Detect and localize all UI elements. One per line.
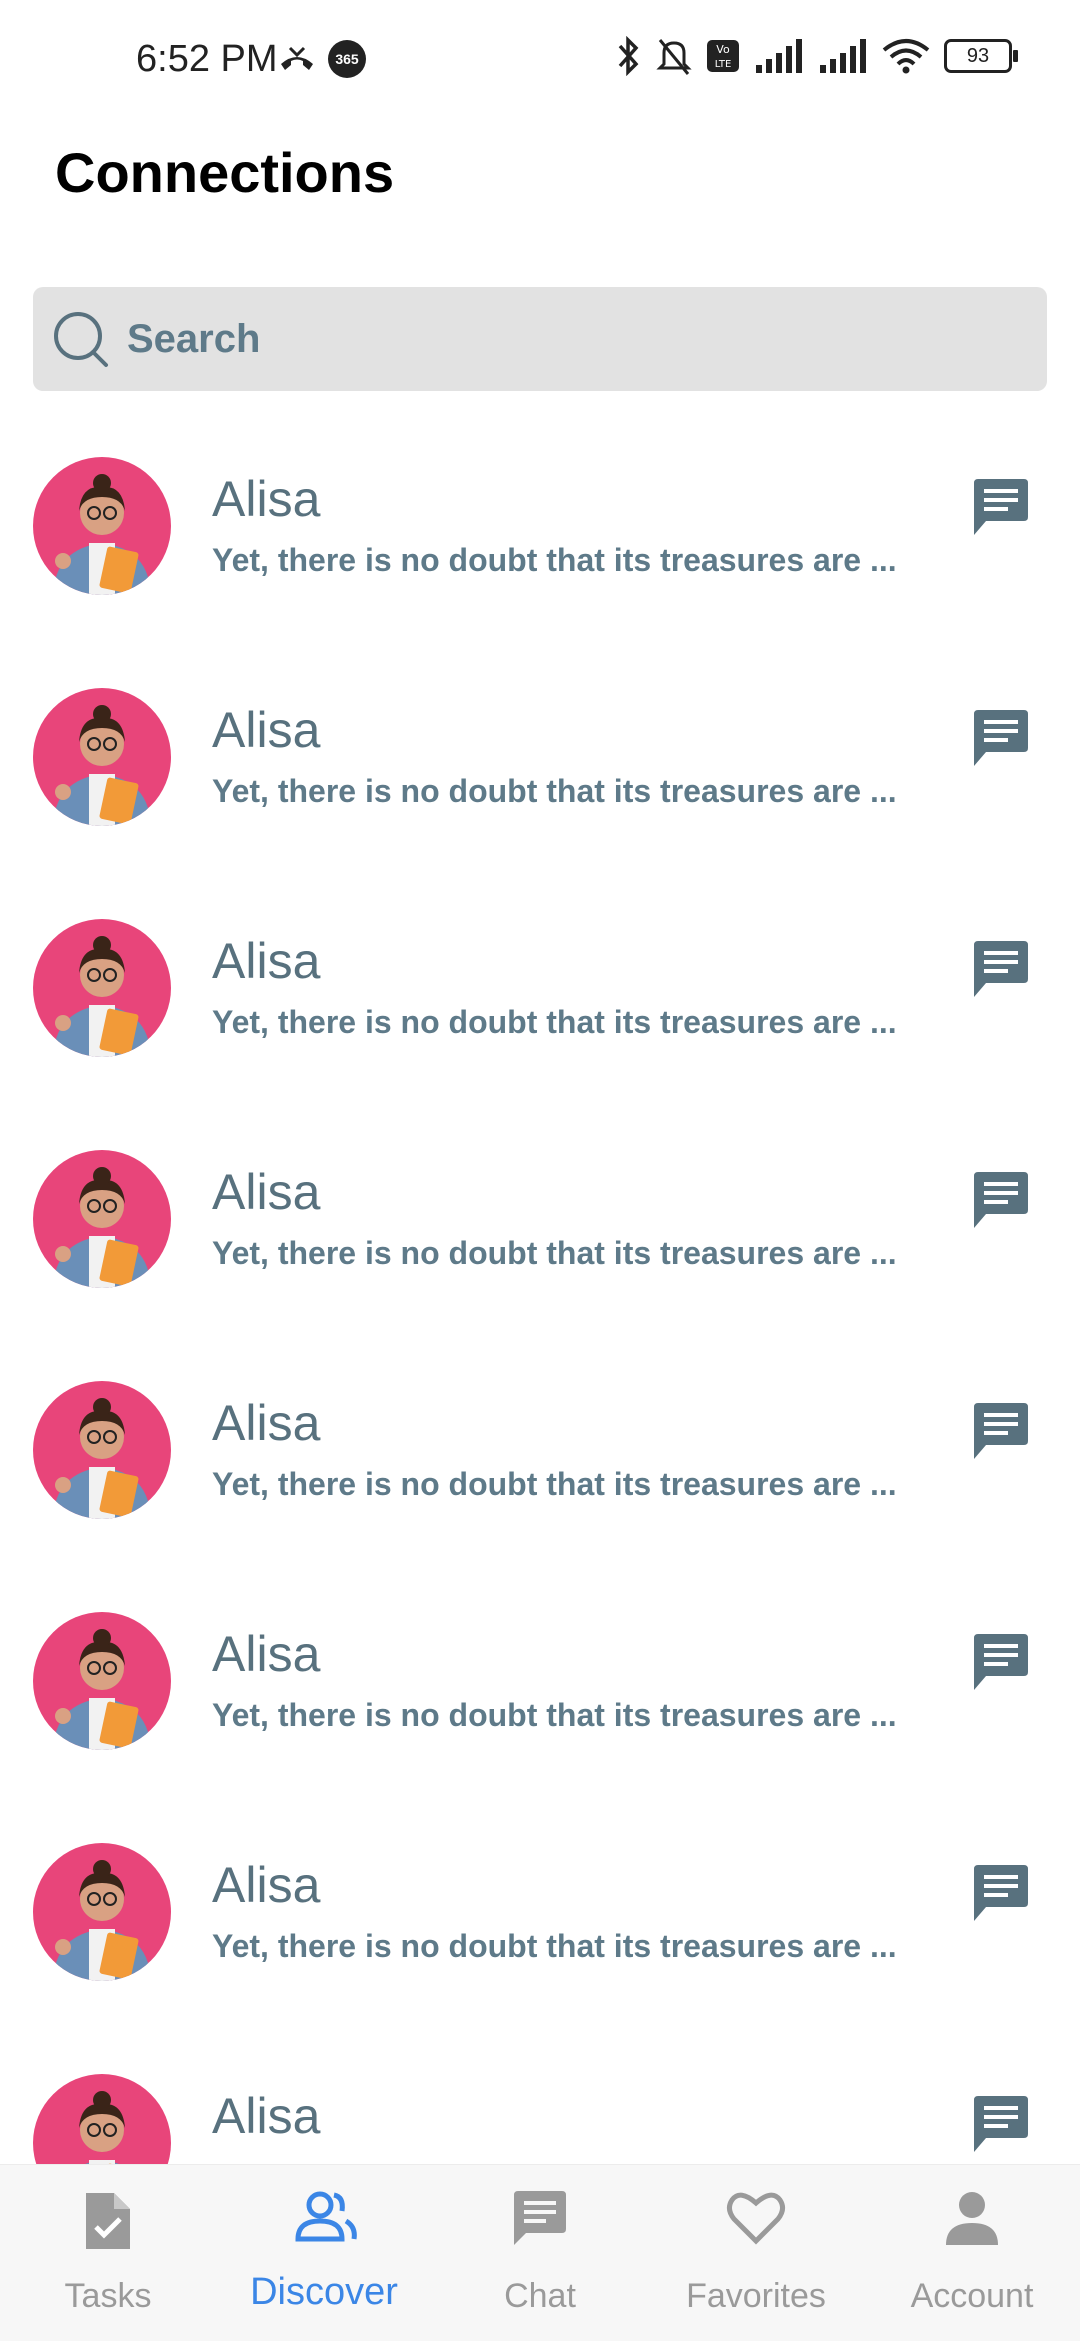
svg-text:Vo: Vo [716, 43, 730, 56]
nav-discover-label: Discover [250, 2271, 398, 2313]
connection-row[interactable]: Alisa Yet, there is no doubt that its tre… [0, 440, 1080, 671]
nav-account-label: Account [910, 2277, 1034, 2315]
chat-button[interactable] [970, 708, 1032, 770]
avatar[interactable] [33, 688, 171, 826]
message-preview: Yet, there is no doubt that its treasure… [212, 1004, 897, 1040]
svg-text:LTE: LTE [715, 59, 732, 70]
connection-row[interactable]: Alisa Yet, there is no doubt that its tre… [0, 1595, 1080, 1826]
nav-favorites-label: Favorites [686, 2277, 826, 2315]
heart-icon [726, 2192, 786, 2245]
connection-name: Alisa [212, 1164, 321, 1220]
person-icon [946, 2192, 998, 2245]
chat-icon [974, 941, 1028, 997]
message-preview: Yet, there is no doubt that its treasure… [212, 1235, 897, 1271]
signal-icon [756, 39, 802, 73]
status-time: 6:52 PM [136, 38, 278, 80]
chat-icon [974, 1865, 1028, 1921]
bottom-nav: Tasks Discover Chat Favorites Account [0, 2164, 1080, 2341]
chat-icon [974, 2096, 1028, 2152]
page-title: Connections [55, 141, 395, 204]
search-input[interactable] [125, 315, 1009, 363]
status-bar: 6:52 PM 365 Vo LTE 93 [0, 0, 1080, 120]
chat-button[interactable] [970, 1401, 1032, 1463]
message-preview: Yet, there is no doubt that its treasure… [212, 1928, 897, 1964]
connection-row[interactable]: Alisa Yet, there is no doubt that its tre… [0, 1826, 1080, 2057]
connection-name: Alisa [212, 933, 321, 989]
chat-button[interactable] [970, 1170, 1032, 1232]
connection-name: Alisa [212, 702, 321, 758]
nav-favorites[interactable]: Favorites [648, 2165, 864, 2341]
search-bar[interactable] [33, 287, 1047, 391]
avatar[interactable] [33, 919, 171, 1057]
chat-button[interactable] [970, 477, 1032, 539]
connections-list: Alisa Yet, there is no doubt that its tre… [0, 440, 1080, 2164]
connection-name: Alisa [212, 1857, 321, 1913]
nav-tasks[interactable]: Tasks [0, 2165, 216, 2341]
chat-icon [974, 1172, 1028, 1228]
message-preview: Yet, there is no doubt that its treasure… [212, 542, 897, 578]
bluetooth-icon [618, 36, 639, 76]
message-preview: Yet, there is no doubt that its treasure… [212, 1466, 897, 1502]
wifi-icon [882, 39, 930, 74]
battery-icon: 93 [944, 39, 1018, 73]
chat-button[interactable] [970, 1863, 1032, 1925]
chat-icon [974, 479, 1028, 535]
missed-call-icon [281, 46, 313, 70]
nav-discover[interactable]: Discover [216, 2165, 432, 2341]
avatar[interactable] [33, 1612, 171, 1750]
message-preview: Yet, there is no doubt that its treasure… [212, 773, 897, 809]
people-icon [295, 2191, 357, 2242]
nav-tasks-label: Tasks [64, 2277, 152, 2315]
signal-icon [820, 39, 866, 73]
connection-name: Alisa [212, 471, 321, 527]
chat-icon [974, 1634, 1028, 1690]
chat-icon [974, 710, 1028, 766]
chat-icon [974, 1403, 1028, 1459]
connection-row[interactable]: Alisa Yet, there is no doubt that its tre… [0, 1133, 1080, 1364]
mute-icon [656, 39, 692, 75]
connection-name: Alisa [212, 1626, 321, 1682]
chat-button[interactable] [970, 1632, 1032, 1694]
chat-icon [514, 2191, 566, 2245]
avatar[interactable] [33, 1381, 171, 1519]
connection-name: Alisa [212, 2088, 321, 2144]
search-icon [54, 312, 108, 367]
connection-row[interactable]: Alisa Yet, there is no doubt that its tre… [0, 902, 1080, 1133]
avatar[interactable] [33, 1843, 171, 1981]
connection-row[interactable]: Alisa Yet, there is no doubt that its tre… [0, 671, 1080, 902]
chat-button[interactable] [970, 2094, 1032, 2156]
nav-chat-label: Chat [504, 2277, 576, 2315]
app-badge-icon: 365 [328, 40, 366, 78]
volte-icon: Vo LTE [707, 40, 739, 72]
connection-row[interactable]: AlisaYet, there is no doubt that its tre… [0, 2057, 1080, 2164]
message-preview: Yet, there is no doubt that its treasure… [212, 1697, 897, 1733]
task-document-icon [86, 2193, 130, 2249]
chat-button[interactable] [970, 939, 1032, 1001]
avatar[interactable] [33, 1150, 171, 1288]
connection-name: Alisa [212, 1395, 321, 1451]
avatar[interactable] [33, 457, 171, 595]
nav-chat[interactable]: Chat [432, 2165, 648, 2341]
connection-row[interactable]: Alisa Yet, there is no doubt that its tre… [0, 1364, 1080, 1595]
avatar[interactable] [33, 2074, 171, 2164]
nav-account[interactable]: Account [864, 2165, 1080, 2341]
